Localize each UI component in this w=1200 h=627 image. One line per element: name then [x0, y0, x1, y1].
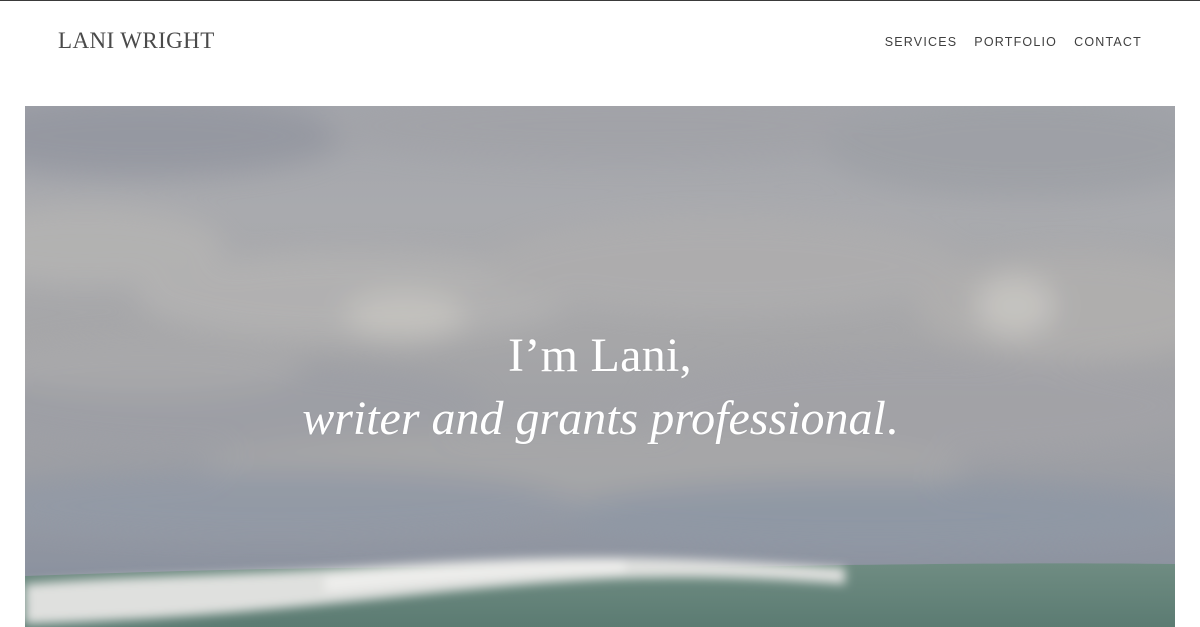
site-title-link[interactable]: LANI WRIGHT — [58, 28, 215, 54]
nav-link-portfolio[interactable]: PORTFOLIO — [974, 35, 1057, 49]
hero-tagline-period: . — [885, 392, 898, 445]
hero-tagline: writer and grants professional. — [25, 386, 1175, 452]
hero-heading: I’m Lani, writer and grants professional… — [25, 328, 1175, 452]
hero-tagline-italic: writer and grants professional — [302, 392, 886, 445]
nav-link-services[interactable]: SERVICES — [885, 35, 958, 49]
site-header: LANI WRIGHT SERVICES PORTFOLIO CONTACT — [0, 1, 1200, 105]
nav-link-contact[interactable]: CONTACT — [1074, 35, 1142, 49]
hero-greeting: I’m Lani, — [508, 329, 692, 382]
hero-banner: I’m Lani, writer and grants professional… — [25, 106, 1175, 627]
main-nav: SERVICES PORTFOLIO CONTACT — [885, 35, 1142, 49]
